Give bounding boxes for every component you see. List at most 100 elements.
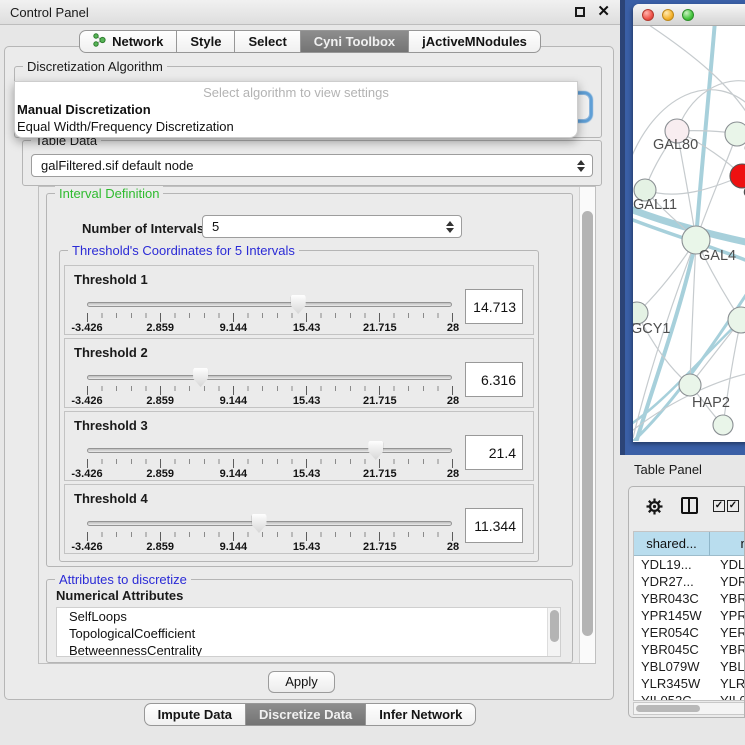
table-cell[interactable]: YER0... bbox=[710, 624, 745, 641]
table-cell[interactable]: YDL19... bbox=[634, 556, 710, 573]
tab-impute-data[interactable]: Impute Data bbox=[144, 703, 246, 726]
group-title: Discretization Algorithm bbox=[23, 59, 167, 74]
tab-infer-network[interactable]: Infer Network bbox=[366, 703, 476, 726]
threshold-value-field[interactable]: 11.344 bbox=[465, 508, 523, 543]
table-cell[interactable]: YDR27... bbox=[634, 573, 710, 590]
tab-network[interactable]: Network bbox=[79, 30, 177, 53]
scale-tick-label: 28 bbox=[447, 395, 459, 407]
threshold-block: Threshold 1 -3.426 2.859 9.144 15.43 21.… bbox=[64, 265, 534, 335]
table-cell[interactable]: YPR145W bbox=[634, 607, 710, 624]
table-cell[interactable]: YPR1... bbox=[710, 607, 745, 624]
table-row[interactable]: YDR27...YDR2... bbox=[634, 573, 745, 590]
number-of-intervals-label: Number of Intervals bbox=[82, 221, 204, 236]
apply-button[interactable]: Apply bbox=[268, 671, 335, 693]
network-node[interactable] bbox=[713, 415, 733, 435]
numerical-attributes-list[interactable]: SelfLoops TopologicalCoefficient Between… bbox=[56, 607, 561, 657]
select-checkbox-icon[interactable]: ✓ bbox=[727, 500, 739, 512]
tab-jactivemnodules[interactable]: jActiveMNodules bbox=[409, 30, 541, 53]
table-cell[interactable]: YDR2... bbox=[710, 573, 745, 590]
scale-tick-label: -3.426 bbox=[71, 541, 102, 553]
tab-discretize-data[interactable]: Discretize Data bbox=[246, 703, 366, 726]
network-window[interactable]: GAL80GAL11GAL4GCY1HAP2GCH bbox=[633, 4, 745, 442]
tab-select[interactable]: Select bbox=[235, 30, 300, 53]
slider-track[interactable] bbox=[87, 375, 452, 380]
table-cell[interactable]: YER054C bbox=[634, 624, 710, 641]
threshold-slider[interactable]: -3.426 2.859 9.144 15.43 21.715 28 bbox=[87, 440, 453, 480]
threshold-value-field[interactable]: 6.316 bbox=[465, 362, 523, 397]
group-title: Attributes to discretize bbox=[55, 572, 191, 587]
scrollbar-thumb[interactable] bbox=[582, 211, 593, 636]
scale-tick-label: 21.715 bbox=[363, 395, 397, 407]
split-columns-icon[interactable] bbox=[681, 497, 698, 514]
list-item[interactable]: TopologicalCoefficient bbox=[57, 625, 560, 642]
slider-handle[interactable] bbox=[291, 295, 306, 314]
table-horizontal-scrollbar[interactable] bbox=[633, 702, 745, 715]
network-canvas[interactable]: GAL80GAL11GAL4GCY1HAP2GCH bbox=[633, 26, 745, 441]
threshold-label: Threshold 3 bbox=[74, 418, 148, 433]
table-row[interactable]: YBL079WYBL0... bbox=[634, 658, 745, 675]
table-cell[interactable]: YLR345W bbox=[634, 675, 710, 692]
table-cell[interactable]: YLR3... bbox=[710, 675, 745, 692]
table-cell[interactable]: YIL0... bbox=[710, 692, 745, 701]
combobox-spinner-icon bbox=[446, 216, 454, 237]
table-cell[interactable]: YBL0... bbox=[710, 658, 745, 675]
threshold-slider[interactable]: -3.426 2.859 9.144 15.43 21.715 28 bbox=[87, 367, 453, 407]
number-of-intervals-combobox[interactable]: 5 bbox=[202, 215, 462, 238]
table-cell[interactable]: YDL1... bbox=[710, 556, 745, 573]
threshold-value-field[interactable]: 21.4 bbox=[465, 435, 523, 470]
settings-scrollbar[interactable] bbox=[579, 187, 595, 663]
slider-handle[interactable] bbox=[193, 368, 208, 387]
list-item[interactable]: BetweennessCentrality bbox=[57, 642, 560, 657]
tab-label: jActiveMNodules bbox=[422, 34, 527, 49]
combobox-spinner-icon bbox=[577, 155, 585, 176]
column-header[interactable]: shared... bbox=[634, 532, 710, 556]
table-cell[interactable]: YBR045C bbox=[634, 641, 710, 658]
threshold-value-field[interactable]: 14.713 bbox=[465, 289, 523, 324]
table-data-combobox[interactable]: galFiltered.sif default node bbox=[31, 154, 593, 177]
slider-handle[interactable] bbox=[368, 441, 383, 460]
table-row[interactable]: YIL052CYIL0... bbox=[634, 692, 745, 701]
list-item[interactable]: SelfLoops bbox=[57, 608, 560, 625]
column-header[interactable]: n... bbox=[710, 532, 745, 556]
threshold-label: Threshold 4 bbox=[74, 491, 148, 506]
close-traffic-light-icon[interactable] bbox=[642, 9, 654, 21]
float-window-icon[interactable] bbox=[575, 7, 585, 17]
threshold-block: Threshold 3 -3.426 2.859 9.144 15.43 21.… bbox=[64, 411, 534, 481]
list-scrollbar[interactable] bbox=[547, 608, 560, 656]
table-row[interactable]: YER054CYER0... bbox=[634, 624, 745, 641]
slider-handle[interactable] bbox=[252, 514, 267, 533]
gear-icon[interactable] bbox=[646, 498, 663, 518]
table-cell[interactable]: YBR0... bbox=[710, 590, 745, 607]
table-row[interactable]: YLR345WYLR3... bbox=[634, 675, 745, 692]
table-cell[interactable]: YBR0... bbox=[710, 641, 745, 658]
scale-tick-label: -3.426 bbox=[71, 322, 102, 334]
table-panel-title: Table Panel bbox=[634, 462, 702, 477]
table-cell[interactable]: YBR043C bbox=[634, 590, 710, 607]
dropdown-option-equal-width[interactable]: Equal Width/Frequency Discretization bbox=[15, 118, 577, 135]
slider-track[interactable] bbox=[87, 448, 452, 453]
scrollbar-thumb[interactable] bbox=[636, 705, 700, 712]
select-checkbox-icon[interactable]: ✓ bbox=[713, 500, 725, 512]
minimize-traffic-light-icon[interactable] bbox=[662, 9, 674, 21]
slider-track[interactable] bbox=[87, 521, 452, 526]
table-cell[interactable]: YBL079W bbox=[634, 658, 710, 675]
scale-tick-label: 9.144 bbox=[220, 322, 248, 334]
table-cell[interactable]: YIL052C bbox=[634, 692, 710, 701]
interval-definition-group: Interval Definition Number of Intervals … bbox=[46, 193, 573, 567]
network-node[interactable] bbox=[725, 122, 745, 146]
close-icon[interactable]: ✕ bbox=[597, 7, 610, 17]
network-node[interactable] bbox=[679, 374, 701, 396]
threshold-block: Threshold 4 -3.426 2.859 9.144 15.43 21.… bbox=[64, 484, 534, 554]
table-row[interactable]: YBR043CYBR0... bbox=[634, 590, 745, 607]
tab-style[interactable]: Style bbox=[177, 30, 235, 53]
threshold-slider[interactable]: -3.426 2.859 9.144 15.43 21.715 28 bbox=[87, 294, 453, 334]
table-row[interactable]: YBR045CYBR0... bbox=[634, 641, 745, 658]
zoom-traffic-light-icon[interactable] bbox=[682, 9, 694, 21]
table-row[interactable]: YDL19...YDL1... bbox=[634, 556, 745, 573]
table-row[interactable]: YPR145WYPR1... bbox=[634, 607, 745, 624]
tab-cyni-toolbox[interactable]: Cyni Toolbox bbox=[301, 30, 409, 53]
slider-track[interactable] bbox=[87, 302, 452, 307]
threshold-slider[interactable]: -3.426 2.859 9.144 15.43 21.715 28 bbox=[87, 513, 453, 553]
combobox-value: 5 bbox=[212, 219, 219, 234]
dropdown-option-manual[interactable]: Manual Discretization bbox=[15, 101, 577, 118]
